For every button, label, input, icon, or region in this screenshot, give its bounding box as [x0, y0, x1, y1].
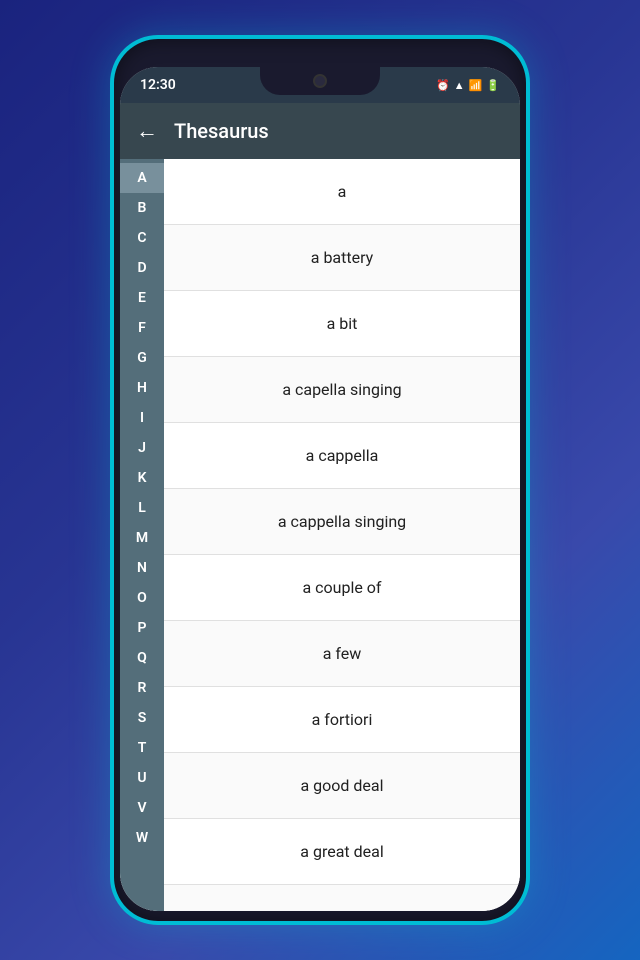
list-item[interactable]: a horizon	[164, 885, 520, 911]
list-item[interactable]: a	[164, 159, 520, 225]
list-item[interactable]: a few	[164, 621, 520, 687]
list-item[interactable]: a cappella	[164, 423, 520, 489]
alpha-v[interactable]: V	[120, 793, 164, 823]
word-list[interactable]: a a battery a bit a capella singing a cappel…	[164, 159, 520, 911]
alpha-l[interactable]: L	[120, 493, 164, 523]
alpha-g[interactable]: G	[120, 343, 164, 373]
alpha-n[interactable]: N	[120, 553, 164, 583]
list-item[interactable]: a capella singing	[164, 357, 520, 423]
word-text: a bit	[327, 314, 358, 333]
app-bar: ← Thesaurus	[120, 103, 520, 159]
alpha-u[interactable]: U	[120, 763, 164, 793]
alpha-w[interactable]: W	[120, 823, 164, 853]
alpha-k[interactable]: K	[120, 463, 164, 493]
main-content: A B C D E F G H I J K L M N O P Q R S T	[120, 159, 520, 911]
signal-icon: ▲	[454, 79, 465, 92]
battery-icon: 🔋	[486, 79, 500, 92]
word-text: a horizon	[309, 908, 375, 911]
word-text: a	[338, 182, 347, 201]
word-text: a great deal	[300, 842, 383, 861]
alpha-f[interactable]: F	[120, 313, 164, 343]
alphabet-sidebar: A B C D E F G H I J K L M N O P Q R S T	[120, 159, 164, 911]
alpha-c[interactable]: C	[120, 223, 164, 253]
list-item[interactable]: a great deal	[164, 819, 520, 885]
wifi-icon: 📶	[469, 79, 483, 92]
word-text: a fortiori	[312, 710, 373, 729]
word-text: a good deal	[301, 776, 384, 795]
list-item[interactable]: a battery	[164, 225, 520, 291]
word-text: a capella singing	[282, 380, 401, 399]
alpha-s[interactable]: S	[120, 703, 164, 733]
word-text: a couple of	[302, 578, 381, 597]
word-text: a cappella singing	[278, 512, 406, 531]
list-item[interactable]: a fortiori	[164, 687, 520, 753]
list-item[interactable]: a bit	[164, 291, 520, 357]
list-item[interactable]: a couple of	[164, 555, 520, 621]
word-text: a battery	[311, 248, 373, 267]
status-icons: ⏰ ▲ 📶 🔋	[436, 79, 500, 92]
alpha-q[interactable]: Q	[120, 643, 164, 673]
phone-screen: 12:30 ⏰ ▲ 📶 🔋 ← Thesaurus A B C D E F	[120, 67, 520, 911]
list-item[interactable]: a cappella singing	[164, 489, 520, 555]
word-text: a few	[323, 644, 362, 663]
alpha-d[interactable]: D	[120, 253, 164, 283]
alpha-j[interactable]: J	[120, 433, 164, 463]
alarm-icon: ⏰	[436, 79, 450, 92]
back-button[interactable]: ←	[136, 118, 158, 144]
alpha-o[interactable]: O	[120, 583, 164, 613]
status-time: 12:30	[140, 77, 176, 93]
camera	[313, 74, 327, 88]
word-text: a cappella	[306, 446, 379, 465]
phone-frame: 12:30 ⏰ ▲ 📶 🔋 ← Thesaurus A B C D E F	[110, 35, 530, 925]
app-title: Thesaurus	[174, 119, 269, 143]
alpha-a[interactable]: A	[120, 163, 164, 193]
alpha-e[interactable]: E	[120, 283, 164, 313]
alpha-t[interactable]: T	[120, 733, 164, 763]
list-item[interactable]: a good deal	[164, 753, 520, 819]
alpha-h[interactable]: H	[120, 373, 164, 403]
alpha-i[interactable]: I	[120, 403, 164, 433]
alpha-b[interactable]: B	[120, 193, 164, 223]
alpha-r[interactable]: R	[120, 673, 164, 703]
notch	[260, 67, 380, 95]
alpha-p[interactable]: P	[120, 613, 164, 643]
alpha-m[interactable]: M	[120, 523, 164, 553]
